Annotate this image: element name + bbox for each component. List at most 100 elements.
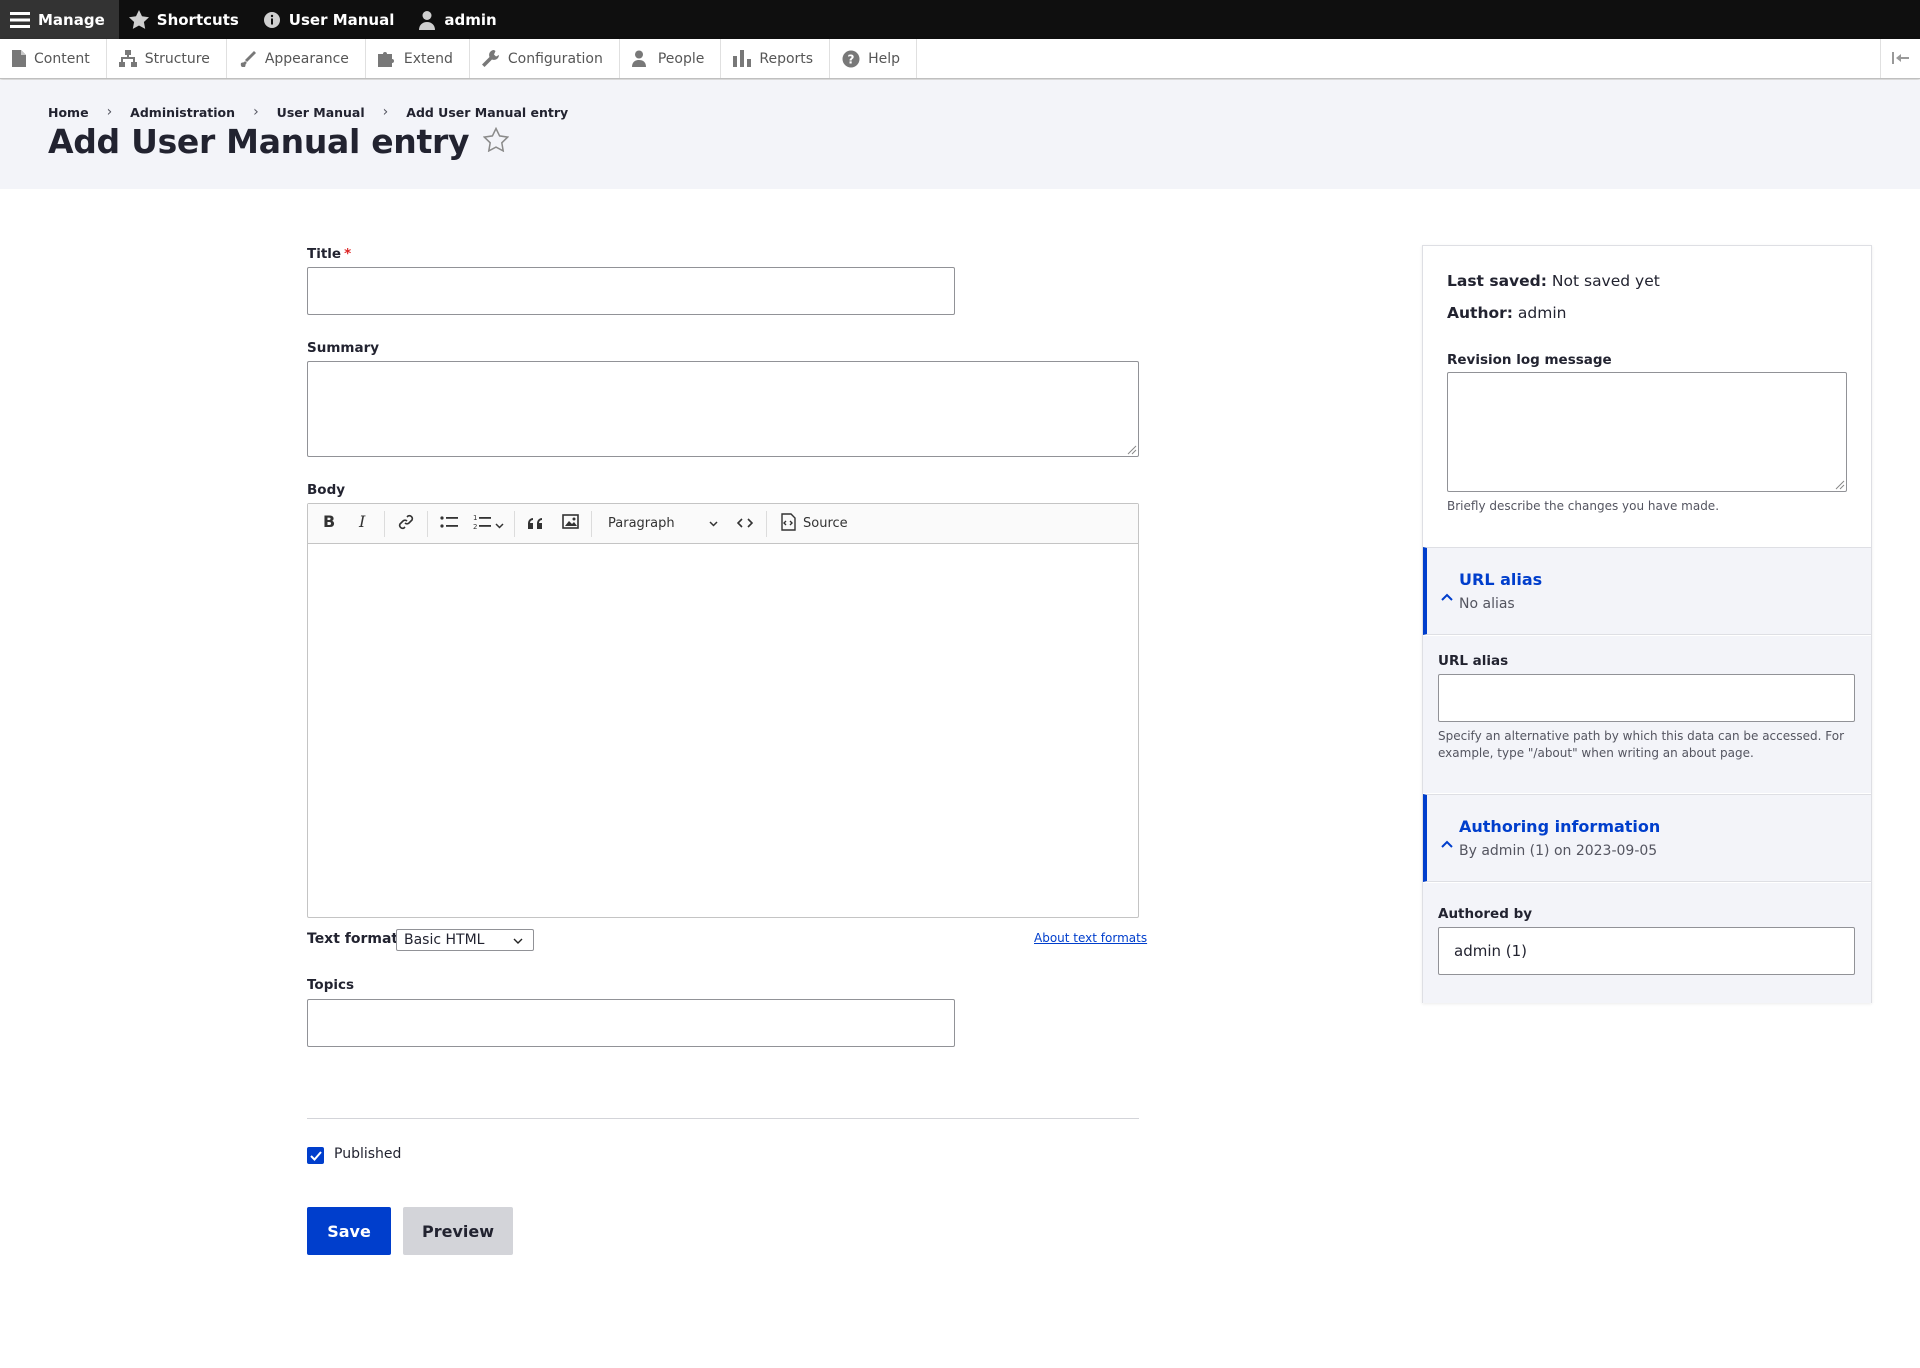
resize-grip-icon[interactable]: [1835, 480, 1845, 490]
tray-item-label: Help: [868, 50, 900, 67]
page-header: Home › Administration › User Manual › Ad…: [0, 80, 1920, 189]
link-icon: [398, 514, 414, 534]
structure-icon: [118, 50, 137, 67]
wrench-icon: [481, 50, 500, 67]
authored-by-input[interactable]: [1438, 927, 1855, 975]
italic-button[interactable]: I: [348, 509, 378, 539]
admin-toolbar: Manage Shortcuts User Manual admin: [0, 0, 1920, 39]
image-icon: [561, 514, 579, 533]
breadcrumb-current: Add User Manual entry: [406, 104, 569, 120]
breadcrumb-administration[interactable]: Administration: [130, 105, 235, 120]
document-icon: [12, 50, 26, 67]
body-label: Body: [307, 482, 346, 498]
bulleted-list-button[interactable]: [434, 509, 464, 539]
url-alias-input[interactable]: [1438, 674, 1855, 722]
info-icon: [263, 11, 281, 29]
summary-label: Summary: [307, 340, 380, 356]
toolbar-separator: [591, 510, 592, 537]
revision-log-label: Revision log message: [1447, 352, 1612, 368]
tray-item-appearance[interactable]: Appearance: [227, 39, 366, 78]
revision-log-description: Briefly describe the changes you have ma…: [1447, 499, 1720, 513]
tray-item-label: Reports: [759, 50, 814, 67]
tray-item-help[interactable]: ? Help: [830, 39, 917, 78]
source-label: Source: [803, 516, 848, 531]
save-button[interactable]: Save: [307, 1207, 391, 1255]
summary-textarea[interactable]: [307, 361, 1139, 457]
tray-item-structure[interactable]: Structure: [107, 39, 227, 78]
about-text-formats-link[interactable]: About text formats: [1034, 931, 1147, 945]
url-alias-details-toggle[interactable]: URL alias No alias: [1423, 547, 1871, 635]
user-toolbar-tab[interactable]: admin: [408, 0, 510, 39]
code-button[interactable]: [730, 509, 760, 539]
tray-orientation-toggle[interactable]: [1880, 39, 1920, 78]
help-icon: ?: [842, 50, 860, 68]
tray-item-configuration[interactable]: Configuration: [470, 39, 620, 78]
tray-item-label: Appearance: [264, 50, 349, 67]
link-button[interactable]: [391, 509, 421, 539]
source-button[interactable]: Source: [773, 512, 854, 535]
numbered-list-button[interactable]: 12: [468, 509, 508, 539]
last-saved-label: Last saved:: [1447, 272, 1547, 290]
title-input[interactable]: [307, 267, 955, 315]
insert-image-button[interactable]: [555, 509, 585, 539]
author-label: Author:: [1447, 304, 1513, 322]
admin-menu-tray: Content Structure Appearance Extend Conf…: [0, 39, 1920, 79]
author: Author: admin: [1447, 304, 1566, 322]
resize-grip-icon[interactable]: [1127, 445, 1137, 455]
meta-sidebar: Last saved: Not saved yet Author: admin …: [1422, 245, 1872, 1003]
editor-content-area[interactable]: [308, 544, 1138, 917]
revision-log-textarea[interactable]: [1447, 372, 1847, 492]
chevron-down-icon: [494, 514, 504, 533]
manage-label: Manage: [38, 10, 105, 29]
text-format-label: Text format: [307, 931, 399, 947]
url-alias-description: Specify an alternative path by which thi…: [1438, 729, 1845, 760]
hamburger-icon: [10, 11, 30, 29]
star-shortcut-icon[interactable]: [482, 126, 510, 156]
bold-button[interactable]: B: [314, 509, 344, 539]
authoring-details-toggle[interactable]: Authoring information By admin (1) on 20…: [1423, 794, 1871, 882]
tray-item-reports[interactable]: Reports: [721, 39, 831, 78]
blockquote-button[interactable]: [521, 509, 551, 539]
chevron-down-icon: [709, 516, 718, 531]
puzzle-icon: [377, 50, 396, 67]
toolbar-separator: [384, 510, 385, 537]
published-checkbox[interactable]: [307, 1147, 324, 1164]
user-manual-toolbar-tab[interactable]: User Manual: [253, 0, 409, 39]
shortcuts-toolbar-tab[interactable]: Shortcuts: [119, 0, 253, 39]
url-alias-details-summary: No alias: [1459, 596, 1515, 612]
manage-toolbar-tab[interactable]: Manage: [0, 0, 119, 39]
tray-item-label: Configuration: [507, 50, 603, 67]
text-format-select[interactable]: Basic HTML: [396, 929, 534, 951]
tray-item-label: Content: [34, 50, 90, 67]
breadcrumb-separator: ›: [382, 104, 389, 120]
italic-icon: I: [358, 512, 368, 533]
form-divider: [307, 1118, 1139, 1119]
preview-button[interactable]: Preview: [403, 1207, 513, 1255]
breadcrumb-separator: ›: [253, 104, 259, 120]
breadcrumb-home[interactable]: Home: [48, 105, 89, 120]
toolbar-separator: [766, 510, 767, 537]
person-icon: [418, 10, 436, 30]
user-label: admin: [444, 10, 497, 29]
heading-dropdown[interactable]: Paragraph: [598, 509, 724, 539]
svg-text:1: 1: [473, 514, 477, 522]
svg-text:I: I: [358, 514, 366, 529]
breadcrumb-user-manual[interactable]: User Manual: [277, 105, 365, 120]
topics-input[interactable]: [307, 999, 955, 1047]
tray-item-people[interactable]: People: [620, 39, 722, 78]
star-icon: [128, 10, 149, 29]
svg-text:2: 2: [473, 523, 477, 530]
breadcrumb: Home › Administration › User Manual › Ad…: [48, 104, 568, 120]
people-icon: [631, 50, 650, 67]
title-label: Title *: [307, 246, 351, 262]
topics-label: Topics: [307, 977, 355, 993]
tray-item-content[interactable]: Content: [0, 39, 107, 78]
published-label: Published: [334, 1146, 402, 1162]
breadcrumb-separator: ›: [106, 104, 113, 120]
bar-chart-icon: [733, 50, 752, 67]
url-alias-details-title: URL alias: [1459, 570, 1543, 589]
chevron-up-icon: [1441, 586, 1453, 605]
tray-item-extend[interactable]: Extend: [366, 39, 470, 78]
paintbrush-icon: [239, 50, 257, 67]
required-marker: *: [344, 246, 352, 262]
